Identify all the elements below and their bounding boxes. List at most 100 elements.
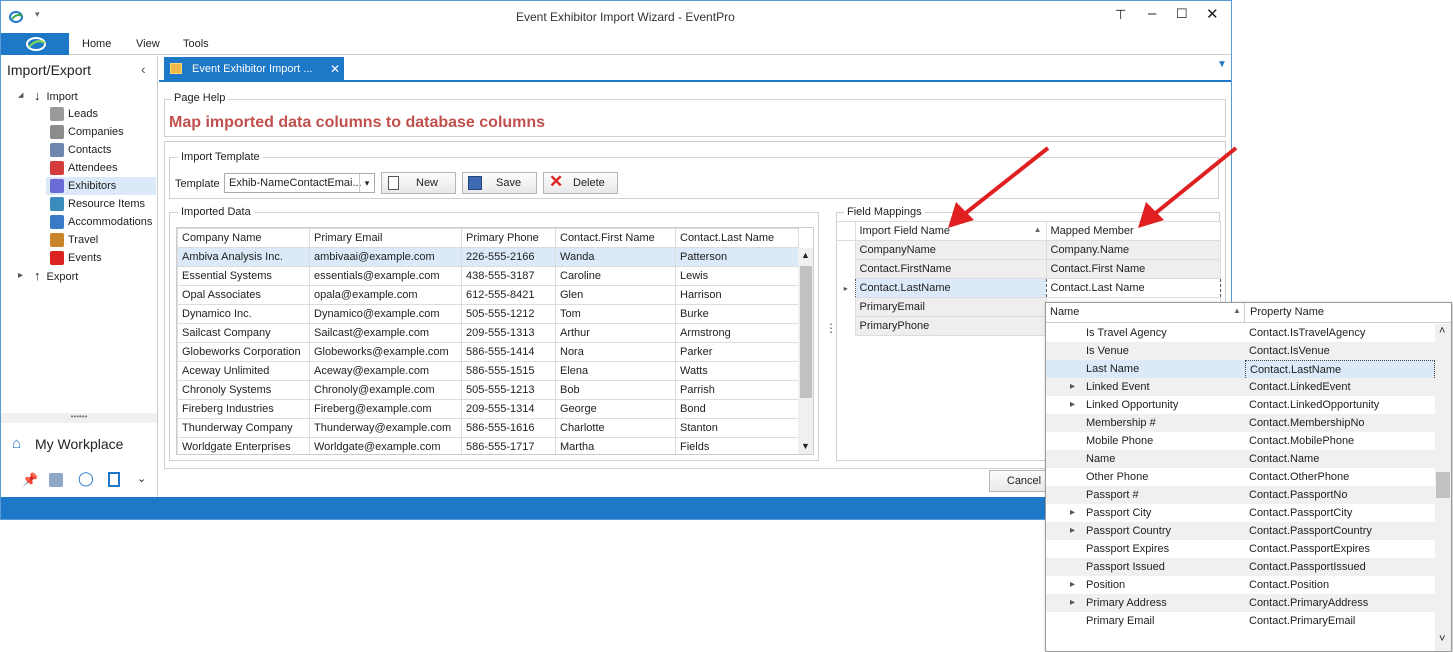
table-cell[interactable]: Parrish (675, 380, 799, 400)
table-cell[interactable]: 586-555-1414 (461, 342, 556, 362)
list-item[interactable]: Passport Issued Contact.PassportIssued (1046, 558, 1436, 576)
chevron-down-icon[interactable]: ▾ (359, 174, 374, 192)
table-cell[interactable]: Globeworks Corporation (177, 342, 310, 362)
list-item[interactable]: Primary Email Contact.PrimaryEmail (1046, 612, 1436, 630)
table-cell[interactable]: Harrison (675, 285, 799, 305)
scroll-thumb[interactable] (1436, 472, 1450, 498)
table-cell[interactable]: Worldgate@example.com (309, 437, 462, 454)
clipboard-shortcut-icon[interactable] (108, 472, 120, 487)
tree-item-resource-items[interactable]: Resource Items (50, 195, 145, 213)
table-cell[interactable]: Ambiva Analysis Inc. (177, 247, 310, 267)
header-property-name[interactable]: Property Name (1250, 306, 1324, 318)
table-cell[interactable]: ambivaai@example.com (309, 247, 462, 267)
table-row[interactable]: Essential Systems essentials@example.com 4… (177, 266, 799, 286)
template-select[interactable]: Exhib-NameContactEmai... ▾ (224, 173, 375, 193)
expand-icon[interactable]: ▸ (1070, 576, 1075, 594)
popup-scrollbar[interactable]: ˄ ˅ (1435, 324, 1451, 651)
tab-event-exhibitor-import[interactable]: Event Exhibitor Import ... ✕ (164, 57, 344, 81)
imported-data-grid[interactable]: Company Name Primary Email Primary Phone Co… (176, 227, 814, 455)
scroll-down-icon[interactable]: ˅ (1439, 633, 1445, 645)
app-logo-icon[interactable] (9, 10, 23, 24)
file-tab[interactable] (1, 33, 69, 55)
table-cell[interactable]: Bond (675, 399, 799, 419)
table-row[interactable]: Opal Associates opala@example.com 612-555-… (177, 285, 799, 305)
table-cell[interactable]: 505-555-1213 (461, 380, 556, 400)
tab-list-dropdown-icon[interactable]: ▼ (1217, 59, 1227, 70)
table-cell[interactable]: Martha (555, 437, 676, 454)
list-item[interactable]: Passport Expires Contact.PassportExpires (1046, 540, 1436, 558)
list-item[interactable]: ▸ Passport Country Contact.PassportCountry (1046, 522, 1436, 540)
table-row[interactable]: Dynamico Inc. Dynamico@example.com 505-555… (177, 304, 799, 324)
list-item[interactable]: Other Phone Contact.OtherPhone (1046, 468, 1436, 486)
table-cell[interactable]: Aceway Unlimited (177, 361, 310, 381)
table-cell[interactable]: 209-555-1313 (461, 323, 556, 343)
list-item[interactable]: ▸ Linked Event Contact.LinkedEvent (1046, 378, 1436, 396)
table-cell[interactable]: Caroline (555, 266, 676, 286)
table-cell[interactable]: Thunderway Company (177, 418, 310, 438)
table-cell[interactable]: Dynamico@example.com (309, 304, 462, 324)
table-cell[interactable]: Chronoly Systems (177, 380, 310, 400)
import-field-cell[interactable]: CompanyName (854, 240, 1047, 260)
list-item[interactable]: Last Name Contact.LastName (1046, 360, 1436, 380)
tree-item-accommodations[interactable]: Accommodations (50, 213, 152, 231)
table-cell[interactable]: Nora (555, 342, 676, 362)
table-cell[interactable]: Chronoly@example.com (309, 380, 462, 400)
table-cell[interactable]: essentials@example.com (309, 266, 462, 286)
tree-item-contacts[interactable]: Contacts (50, 141, 111, 159)
expand-icon[interactable]: ▸ (1070, 504, 1075, 522)
table-cell[interactable]: Elena (555, 361, 676, 381)
list-item[interactable]: ▸ Linked Opportunity Contact.LinkedOpportu… (1046, 396, 1436, 414)
mapped-member-cell[interactable]: Contact.First Name (1045, 259, 1221, 279)
delete-button[interactable]: ✕ Delete (543, 172, 618, 194)
table-cell[interactable]: Parker (675, 342, 799, 362)
scroll-thumb[interactable] (800, 266, 812, 398)
table-cell[interactable]: 505-555-1212 (461, 304, 556, 324)
table-cell[interactable]: Worldgate Enterprises (177, 437, 310, 454)
collapsed-icon[interactable]: ▸ (18, 267, 23, 285)
list-item[interactable]: Membership # Contact.MembershipNo (1046, 414, 1436, 432)
table-cell[interactable]: Wanda (555, 247, 676, 267)
scroll-up-icon[interactable]: ▲ (801, 250, 810, 260)
table-cell[interactable]: Charlotte (555, 418, 676, 438)
mapped-member-cell[interactable]: Company.Name (1045, 240, 1221, 260)
minimize-icon[interactable]: – (1148, 5, 1156, 22)
expand-icon[interactable]: ▸ (1070, 378, 1075, 396)
collapse-panel-icon[interactable]: ‹ (141, 61, 146, 77)
import-field-cell[interactable]: Contact.LastName (854, 278, 1047, 298)
list-item[interactable]: ▸ Primary Address Contact.PrimaryAddress (1046, 594, 1436, 612)
table-row[interactable]: Worldgate Enterprises Worldgate@example.c… (177, 437, 799, 454)
save-button[interactable]: Save (462, 172, 537, 194)
vertical-scrollbar[interactable]: ▲ ▼ (798, 248, 813, 454)
tree-item-export[interactable]: ▸ ↑ Export (18, 267, 78, 285)
table-cell[interactable]: Watts (675, 361, 799, 381)
import-field-cell[interactable]: PrimaryPhone (854, 316, 1047, 336)
list-item[interactable]: Mobile Phone Contact.MobilePhone (1046, 432, 1436, 450)
quick-access-dropdown-icon[interactable]: ▾ (35, 9, 40, 20)
tree-item-import[interactable]: ◢ ↓ Import (18, 87, 78, 105)
my-workplace-label[interactable]: My Workplace (35, 436, 123, 452)
member-lookup-popup[interactable]: Name ▲ Property Name Is Travel Agency Con… (1045, 302, 1452, 652)
header-name[interactable]: Name (1050, 306, 1079, 318)
table-cell[interactable]: Sailcast@example.com (309, 323, 462, 343)
table-cell[interactable]: Burke (675, 304, 799, 324)
tree-item-attendees[interactable]: Attendees (50, 159, 118, 177)
list-item[interactable]: Is Travel Agency Contact.IsTravelAgency (1046, 324, 1436, 342)
table-cell[interactable]: 438-555-3187 (461, 266, 556, 286)
table-cell[interactable]: Opal Associates (177, 285, 310, 305)
column-header[interactable]: Primary Email (309, 228, 462, 248)
pin-shortcut-icon[interactable]: 📌 (22, 472, 38, 488)
tree-item-leads[interactable]: Leads (50, 105, 98, 123)
table-row[interactable]: Chronoly Systems Chronoly@example.com 505-… (177, 380, 799, 400)
table-cell[interactable]: Patterson (675, 247, 799, 267)
close-icon[interactable]: ✕ (1206, 5, 1219, 23)
column-header[interactable]: Contact.Last Name (675, 228, 799, 248)
table-row[interactable]: Globeworks Corporation Globeworks@example… (177, 342, 799, 362)
mapping-row[interactable]: CompanyName Company.Name (837, 240, 1221, 260)
table-row[interactable]: Thunderway Company Thunderway@example.com… (177, 418, 799, 438)
table-cell[interactable]: Dynamico Inc. (177, 304, 310, 324)
table-cell[interactable]: Arthur (555, 323, 676, 343)
scroll-up-icon[interactable]: ˄ (1439, 325, 1445, 337)
tab-home[interactable]: Home (82, 38, 111, 50)
expand-icon[interactable]: ▸ (1070, 594, 1075, 612)
list-item[interactable]: Passport # Contact.PassportNo (1046, 486, 1436, 504)
